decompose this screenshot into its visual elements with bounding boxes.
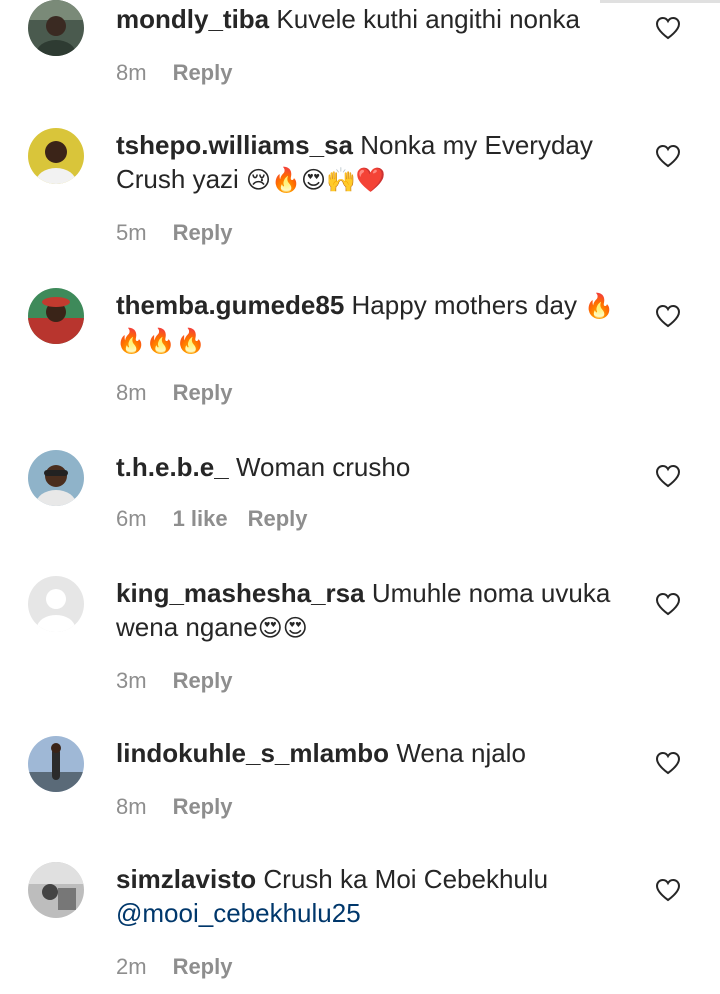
like-count[interactable]: 1 like [173,506,228,531]
comment-text-segment: Woman crusho [235,452,411,482]
comment-meta: 8m Reply [116,794,232,820]
comment-text: mondly_tiba Kuvele kuthi angithi nonka [116,2,636,36]
comment-text-segment: Kuvele kuthi angithi nonka [276,4,580,34]
comment-time: 2m [116,954,147,979]
reply-button[interactable]: Reply [173,60,233,85]
avatar-photo-icon [28,450,84,506]
emoji-segment: 😢🔥😍🙌❤️ [246,166,386,194]
comment-time: 6m [116,506,147,531]
comment-username[interactable]: simzlavisto [116,864,256,894]
emoji-segment: 😍😍 [257,614,308,642]
avatar-photo-icon [28,862,84,918]
comment-time: 8m [116,794,147,819]
comment-username[interactable]: lindokuhle_s_mlambo [116,738,389,768]
avatar[interactable] [28,288,84,344]
default-avatar-icon [28,576,84,632]
heart-outline-icon[interactable] [655,751,681,775]
comment-text-segment: Happy mothers day [351,290,585,320]
comment-meta: 6m 1 like Reply [116,506,308,532]
comment-text: t.h.e.b.e_ Woman crusho [116,450,636,484]
reply-button[interactable]: Reply [173,220,233,245]
comment-meta: 8m Reply [116,380,232,406]
avatar-photo-icon [28,0,84,56]
reply-button[interactable]: Reply [173,794,233,819]
heart-outline-icon[interactable] [655,592,681,616]
comment-text: king_mashesha_rsa Umuhle noma uvuka wena… [116,576,636,645]
avatar[interactable] [28,736,84,792]
heart-outline-icon[interactable] [655,878,681,902]
comment-username[interactable]: mondly_tiba [116,4,269,34]
comment-text: lindokuhle_s_mlambo Wena njalo [116,736,636,770]
comment-time: 5m [116,220,147,245]
comment-time: 3m [116,668,147,693]
comment-meta: 3m Reply [116,668,232,694]
reply-button[interactable]: Reply [173,668,233,693]
avatar[interactable] [28,128,84,184]
comment-text-segment: Crush ka Moi Cebekhulu [263,864,549,894]
mention-link[interactable]: @mooi_cebekhulu25 [116,898,361,928]
comment-meta: 2m Reply [116,954,232,980]
comment-text: tshepo.williams_sa Nonka my Everyday Cru… [116,128,636,197]
avatar[interactable] [28,862,84,918]
comment-username[interactable]: king_mashesha_rsa [116,578,365,608]
comment-text: themba.gumede85 Happy mothers day 🔥 🔥🔥🔥 [116,288,636,358]
reply-button[interactable]: Reply [248,506,308,531]
comment-username[interactable]: tshepo.williams_sa [116,130,353,160]
comment-meta: 8m Reply [116,60,232,86]
reply-button[interactable]: Reply [173,954,233,979]
heart-outline-icon[interactable] [655,144,681,168]
heart-outline-icon[interactable] [655,304,681,328]
comment-text-segment: Wena njalo [396,738,526,768]
avatar-photo-icon [28,288,84,344]
avatar[interactable] [28,0,84,56]
comment-time: 8m [116,60,147,85]
comment-meta: 5m Reply [116,220,232,246]
avatar[interactable] [28,450,84,506]
avatar-photo-icon [28,128,84,184]
heart-outline-icon[interactable] [655,464,681,488]
reply-button[interactable]: Reply [173,380,233,405]
avatar-photo-icon [28,736,84,792]
comment-username[interactable]: t.h.e.b.e_ [116,452,229,482]
comment-text: simzlavisto Crush ka Moi Cebekhulu @mooi… [116,862,636,930]
comment-username[interactable]: themba.gumede85 [116,290,344,320]
comment-time: 8m [116,380,147,405]
avatar[interactable] [28,576,84,632]
heart-outline-icon[interactable] [655,16,681,40]
